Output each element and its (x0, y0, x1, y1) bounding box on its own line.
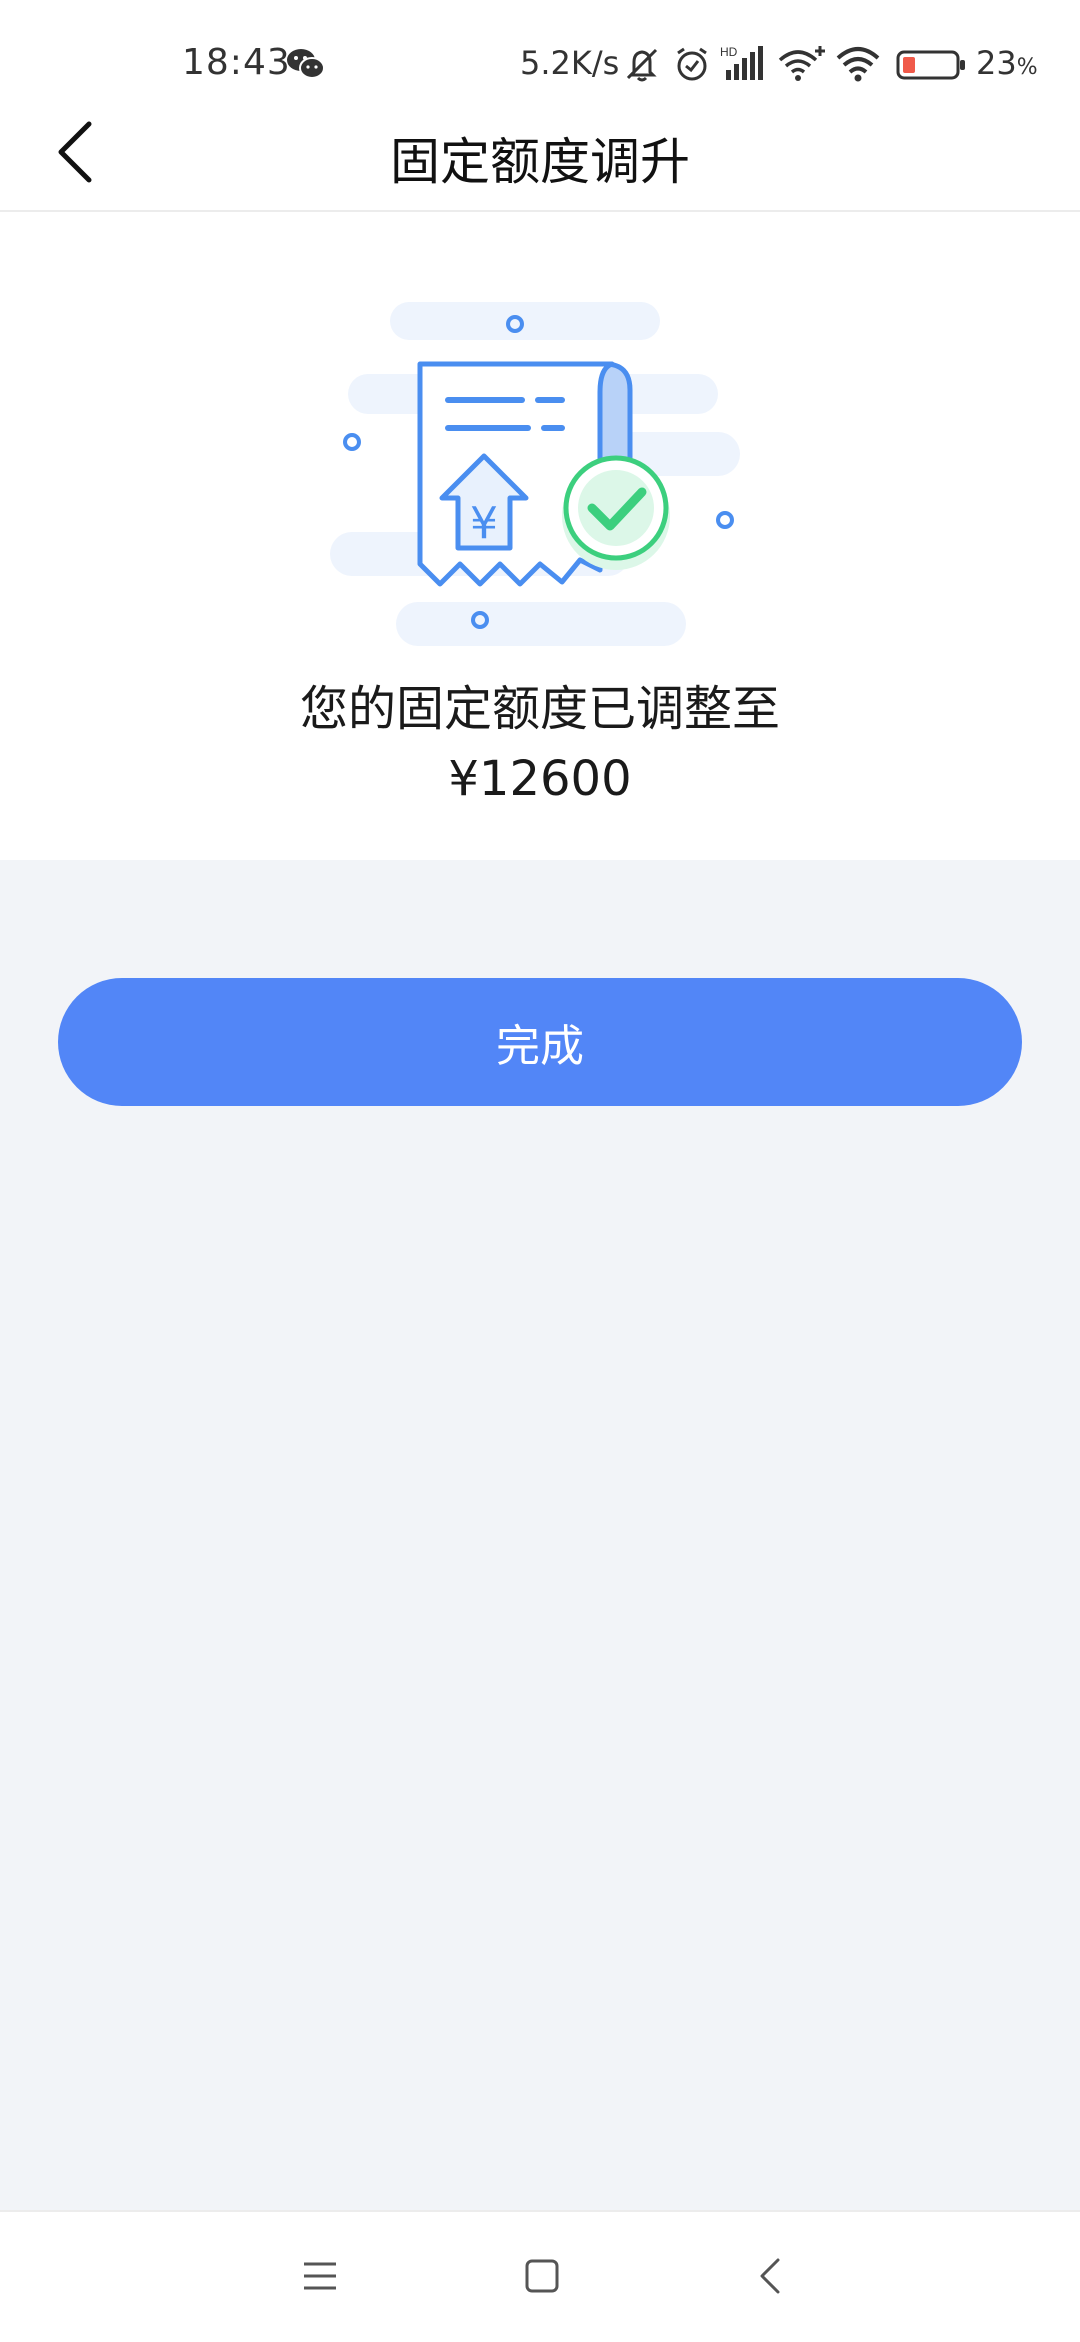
menu-button[interactable] (280, 2236, 360, 2316)
done-button[interactable]: 完成 (58, 978, 1022, 1106)
wifi-plus-icon (778, 46, 825, 81)
svg-text:¥: ¥ (470, 498, 498, 549)
home-icon (525, 2259, 559, 2293)
system-nav-bar (0, 2210, 1080, 2342)
mute-icon (626, 48, 658, 82)
battery-percent: 23% (976, 44, 1038, 82)
home-button[interactable] (502, 2236, 582, 2316)
svg-text:HD: HD (720, 45, 738, 59)
system-back-button[interactable] (730, 2236, 810, 2316)
battery-icon (896, 50, 965, 80)
page-title: 固定额度调升 (390, 133, 690, 191)
status-time: 18:43 (182, 42, 291, 83)
alarm-icon (677, 47, 707, 81)
hd-signal-icon: HD (720, 45, 763, 80)
receipt-check-icon: ¥ (330, 302, 740, 646)
network-speed: 5.2K/s (520, 44, 620, 82)
back-icon (760, 2258, 780, 2294)
nav-header: 固定额度调升 (0, 100, 1080, 212)
menu-icon (304, 2262, 336, 2290)
result-message: 您的固定额度已调整至 (299, 681, 780, 737)
wechat-icon (287, 49, 325, 79)
result-amount: ¥12600 (448, 751, 632, 807)
result-card: ¥ 您的固定额度已调整至 ¥12600 (0, 212, 1080, 860)
wifi-icon (836, 47, 880, 82)
